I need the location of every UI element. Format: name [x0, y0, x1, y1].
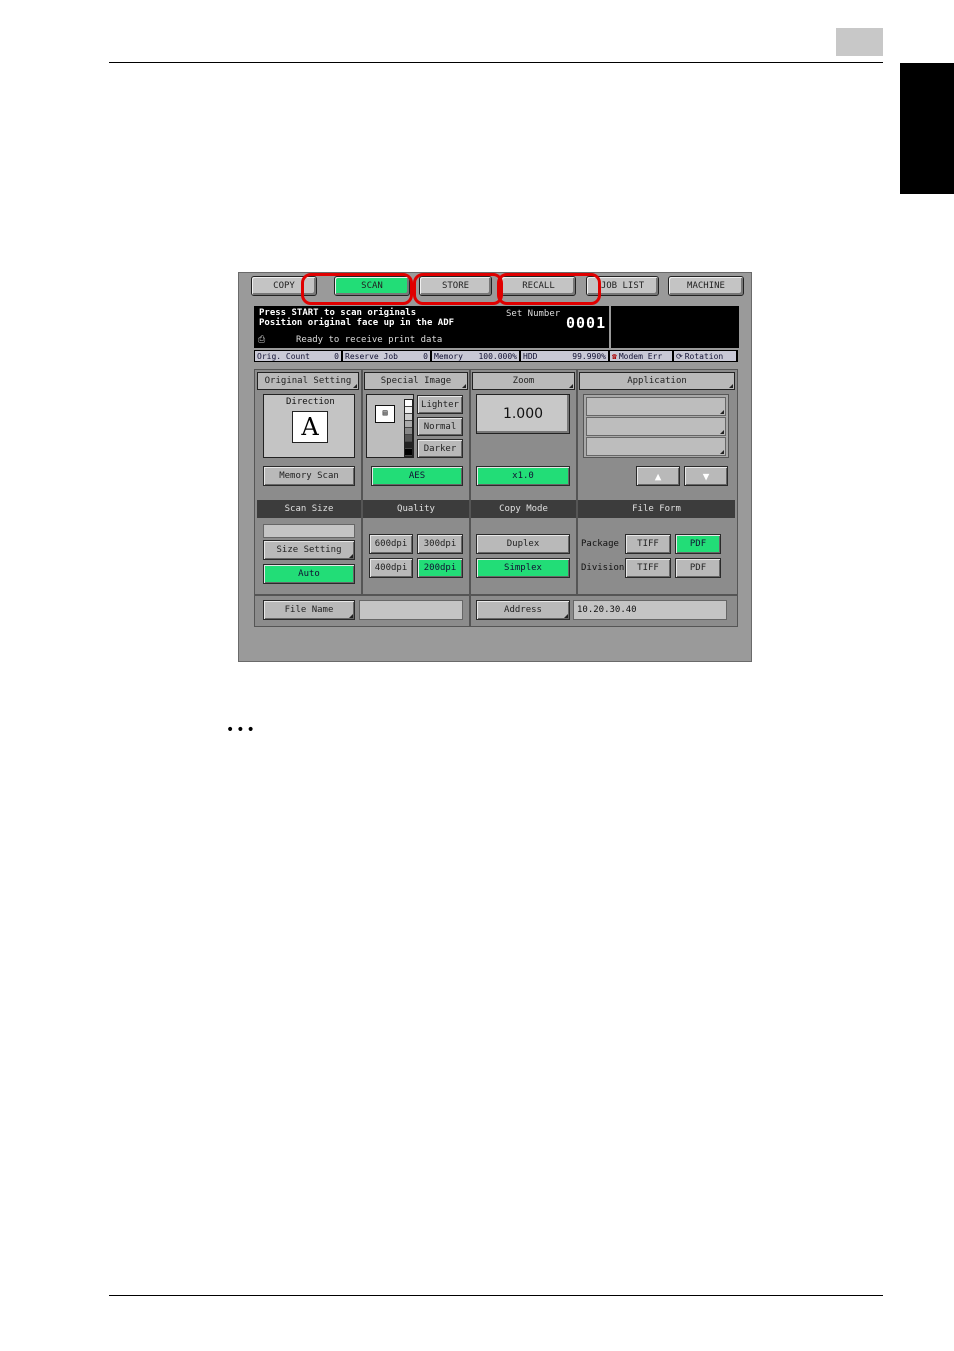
status-hdd: HDD 99.990%: [521, 351, 608, 361]
division-pdf-button[interactable]: PDF: [675, 558, 721, 578]
special-image-preview: ▤: [366, 394, 414, 458]
zoom-x1-button[interactable]: x1.0: [476, 466, 570, 486]
scan-size-display: [263, 524, 355, 538]
darker-button[interactable]: Darker: [417, 439, 463, 458]
set-number-value: 0001: [566, 314, 607, 332]
column-divider: [361, 370, 363, 596]
highlight-ring-scan: [301, 273, 413, 305]
size-setting-button[interactable]: Size Setting: [263, 540, 355, 560]
rotation-icon: ⟳: [676, 351, 683, 361]
hdd-value: 99.990%: [572, 351, 606, 361]
address-field[interactable]: 10.20.30.40: [573, 600, 727, 620]
modem-status: Modem Err: [618, 351, 663, 361]
reserve-job-value: 0: [423, 351, 428, 361]
division-label: Division: [581, 563, 625, 573]
status-orig-count: Orig. Count 0: [255, 351, 341, 361]
modem-icon: ☎: [612, 351, 617, 361]
direction-label: Direction: [286, 397, 335, 407]
direction-icon: A: [292, 411, 328, 443]
package-tiff-button[interactable]: TIFF: [625, 534, 671, 554]
note-dots: •••: [226, 722, 257, 738]
application-slot-3[interactable]: [586, 437, 726, 456]
scan-size-header: Scan Size: [257, 500, 361, 518]
memory-scan-button[interactable]: Memory Scan: [263, 466, 355, 486]
density-scale: [404, 399, 413, 457]
scroll-up-arrow-icon[interactable]: ▲: [636, 466, 680, 486]
quality-600dpi-button[interactable]: 600dpi: [369, 534, 413, 554]
division-tiff-button[interactable]: TIFF: [625, 558, 671, 578]
special-image-header[interactable]: Special Image: [364, 372, 468, 390]
page-number-box: [836, 28, 883, 56]
direction-button[interactable]: Direction A: [263, 394, 355, 458]
density-segment: [405, 442, 412, 449]
message-display-aux: [611, 306, 739, 348]
message-line-1: Press START to scan originals: [259, 308, 417, 318]
normal-button[interactable]: Normal: [417, 417, 463, 436]
application-list: [583, 394, 729, 458]
orig-count-label: Orig. Count: [257, 351, 310, 361]
printer-icon: ⎙: [258, 335, 266, 345]
density-segment: [405, 449, 412, 456]
density-segment: [405, 428, 412, 435]
document-icon: ▤: [375, 405, 395, 423]
footer-rule: [109, 1295, 883, 1296]
reserve-job-label: Reserve Job: [345, 351, 398, 361]
address-button[interactable]: Address: [476, 600, 570, 620]
quality-header: Quality: [363, 500, 469, 518]
application-slot-2[interactable]: [586, 417, 726, 436]
application-slot-1[interactable]: [586, 397, 726, 416]
density-segment: [405, 414, 412, 421]
column-divider: [576, 370, 578, 596]
highlight-ring-store: [413, 273, 503, 305]
rotation-status: Rotation: [684, 351, 724, 361]
quality-300dpi-button[interactable]: 300dpi: [417, 534, 463, 554]
header-rule: [109, 62, 883, 63]
file-name-button[interactable]: File Name: [263, 600, 355, 620]
duplex-button[interactable]: Duplex: [476, 534, 570, 554]
status-modem: ☎ Modem Err: [610, 351, 672, 361]
column-divider: [469, 370, 471, 626]
status-rotation: ⟳ Rotation: [674, 351, 736, 361]
auto-size-button[interactable]: Auto: [263, 564, 355, 584]
status-bar: Orig. Count 0 Reserve Job 0 Memory 100.0…: [254, 350, 738, 362]
row-divider: [255, 594, 737, 596]
aes-button[interactable]: AES: [371, 466, 463, 486]
lighter-button[interactable]: Lighter: [417, 395, 463, 414]
status-memory: Memory 100.000%: [432, 351, 519, 361]
copy-mode-header: Copy Mode: [471, 500, 576, 518]
zoom-value-display[interactable]: 1.000: [476, 394, 570, 434]
package-pdf-button[interactable]: PDF: [675, 534, 721, 554]
set-number-label: Set Number: [506, 309, 561, 319]
highlight-ring-recall: [497, 273, 601, 305]
scroll-down-arrow-icon[interactable]: ▼: [684, 466, 728, 486]
density-segment: [405, 421, 412, 428]
tab-machine[interactable]: MACHINE: [668, 276, 744, 296]
message-line-3: Ready to receive print data: [296, 335, 443, 345]
control-panel-screen: COPY SCAN STORE RECALL JOB LIST MACHINE …: [238, 272, 752, 662]
original-setting-header[interactable]: Original Setting: [257, 372, 359, 390]
memory-label: Memory: [434, 351, 463, 361]
zoom-header[interactable]: Zoom: [472, 372, 575, 390]
settings-area: Original Setting Special Image Zoom Appl…: [254, 369, 738, 627]
memory-value: 100.000%: [478, 351, 517, 361]
orig-count-value: 0: [334, 351, 339, 361]
file-name-field[interactable]: [359, 600, 463, 620]
application-header[interactable]: Application: [579, 372, 735, 390]
quality-400dpi-button[interactable]: 400dpi: [369, 558, 413, 578]
density-segment: [405, 435, 412, 442]
package-label: Package: [581, 539, 619, 549]
hdd-label: HDD: [523, 351, 538, 361]
message-line-2: Position original face up in the ADF: [259, 318, 455, 328]
message-display: Press START to scan originals Position o…: [254, 306, 609, 348]
density-segment: [405, 400, 412, 407]
status-reserve-job: Reserve Job 0: [343, 351, 430, 361]
simplex-button[interactable]: Simplex: [476, 558, 570, 578]
chapter-side-tab: [900, 63, 954, 194]
quality-200dpi-button[interactable]: 200dpi: [417, 558, 463, 578]
file-form-header: File Form: [578, 500, 735, 518]
density-segment: [405, 407, 412, 414]
